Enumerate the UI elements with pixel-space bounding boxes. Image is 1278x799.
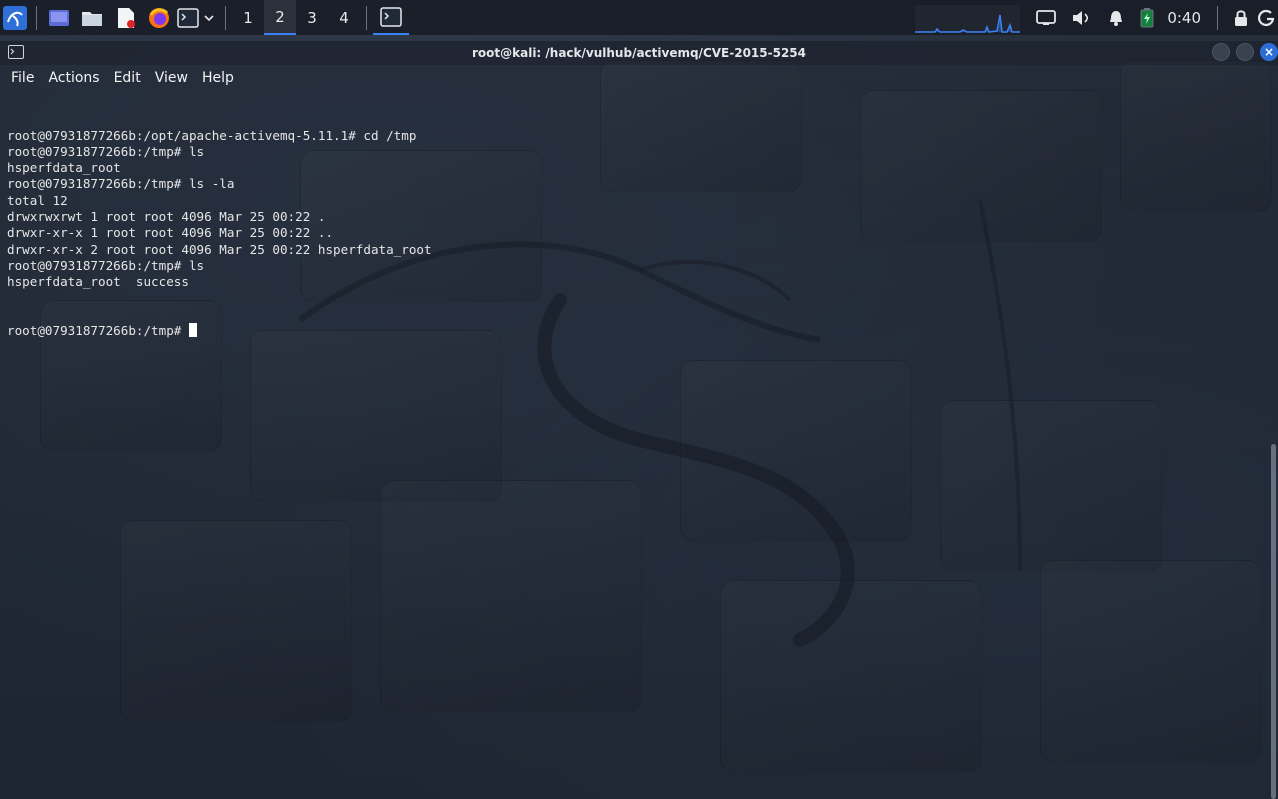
display-button[interactable] bbox=[1029, 0, 1063, 35]
terminal-launcher-dropdown[interactable] bbox=[201, 0, 217, 35]
terminal-line: hsperfdata_root success bbox=[7, 274, 189, 290]
text-cursor bbox=[188, 323, 197, 338]
lock-icon bbox=[1235, 9, 1247, 26]
terminal-line: root@07931877266b:/opt/apache-activemq-5… bbox=[7, 127, 417, 143]
clock[interactable]: 0:40 bbox=[1167, 9, 1201, 27]
battery-button[interactable] bbox=[1133, 0, 1161, 35]
menu-help[interactable]: Help bbox=[195, 70, 241, 86]
bell-icon bbox=[1110, 10, 1123, 26]
terminal-prompt: root@07931877266b:/tmp# bbox=[7, 323, 189, 339]
system-tray: 0:40 bbox=[1029, 0, 1278, 35]
show-desktop-button[interactable] bbox=[43, 0, 75, 35]
panel-separator bbox=[1217, 5, 1218, 30]
maximize-button[interactable] bbox=[1236, 43, 1254, 61]
menu-view[interactable]: View bbox=[148, 70, 195, 86]
terminal-output[interactable]: root@07931877266b:/opt/apache-activemq-5… bbox=[0, 91, 1278, 376]
workspace-4[interactable]: 4 bbox=[328, 0, 360, 35]
minimize-button[interactable] bbox=[1212, 43, 1230, 61]
panel-separator bbox=[366, 5, 367, 30]
kali-menu-button[interactable] bbox=[0, 0, 30, 35]
terminal-icon bbox=[177, 7, 199, 28]
vertical-scrollbar[interactable] bbox=[1271, 444, 1276, 799]
taskbar-terminal-window[interactable] bbox=[373, 0, 409, 35]
workspace-2[interactable]: 2 bbox=[264, 0, 296, 35]
terminal-launcher[interactable] bbox=[175, 0, 201, 35]
close-icon: × bbox=[1263, 45, 1275, 59]
battery-charging-icon bbox=[1140, 7, 1154, 27]
lock-screen-button[interactable] bbox=[1224, 0, 1258, 35]
terminal-line: root@07931877266b:/tmp# ls -la bbox=[7, 176, 235, 192]
network-monitor-graph bbox=[915, 14, 1020, 33]
desktop-icon bbox=[49, 9, 69, 26]
logout-button[interactable] bbox=[1258, 0, 1278, 35]
terminal-line: drwxrwxrwt 1 root root 4096 Mar 25 00:22… bbox=[7, 209, 326, 225]
window-title: root@kali: /hack/vulhub/activemq/CVE-201… bbox=[471, 46, 806, 60]
menu-bar: File Actions Edit View Help bbox=[0, 65, 1278, 91]
terminal-prompt-line: root@07931877266b:/tmp# bbox=[7, 323, 1271, 339]
workspace-3[interactable]: 3 bbox=[296, 0, 328, 35]
terminal-line: total 12 bbox=[7, 192, 68, 208]
terminal-icon bbox=[380, 6, 402, 27]
terminal-line: root@07931877266b:/tmp# ls bbox=[7, 257, 205, 273]
power-icon bbox=[1258, 9, 1275, 26]
terminal-line: drwxr-xr-x 1 root root 4096 Mar 25 00:22… bbox=[7, 225, 334, 241]
workspace-switcher: 1234 bbox=[232, 0, 360, 35]
window-titlebar[interactable]: root@kali: /hack/vulhub/activemq/CVE-201… bbox=[0, 41, 1278, 65]
menu-edit[interactable]: Edit bbox=[107, 70, 148, 86]
panel-separator bbox=[36, 5, 37, 30]
terminal-line: root@07931877266b:/tmp# ls bbox=[7, 143, 205, 159]
workspace-1[interactable]: 1 bbox=[232, 0, 264, 35]
terminal-window: root@kali: /hack/vulhub/activemq/CVE-201… bbox=[0, 41, 1278, 799]
firefox-icon bbox=[149, 7, 169, 28]
close-button[interactable]: × bbox=[1260, 43, 1278, 61]
kali-logo-icon bbox=[3, 5, 27, 30]
file-manager-launcher[interactable] bbox=[75, 0, 109, 35]
panel-separator bbox=[225, 5, 226, 30]
folder-icon bbox=[82, 11, 102, 26]
desktop: 1234 0:40 root@kali: /hack/vulhub/active… bbox=[0, 0, 1278, 799]
terminal-line: drwxr-xr-x 2 root root 4096 Mar 25 00:22… bbox=[7, 241, 432, 257]
notifications-button[interactable] bbox=[1099, 0, 1133, 35]
firefox-launcher[interactable] bbox=[143, 0, 175, 35]
chevron-down-icon bbox=[204, 14, 214, 21]
monitor-icon bbox=[1036, 9, 1057, 25]
text-editor-icon bbox=[118, 7, 135, 28]
volume-icon bbox=[1073, 10, 1089, 25]
text-editor-launcher[interactable] bbox=[109, 0, 143, 35]
terminal-lines: root@07931877266b:/opt/apache-activemq-5… bbox=[7, 128, 1271, 291]
terminal-icon bbox=[8, 45, 24, 59]
menu-file[interactable]: File bbox=[4, 70, 41, 86]
volume-button[interactable] bbox=[1063, 0, 1099, 35]
window-controls: × bbox=[1212, 43, 1278, 61]
top-panel: 1234 0:40 bbox=[0, 0, 1278, 35]
menu-actions[interactable]: Actions bbox=[41, 70, 106, 86]
terminal-line: hsperfdata_root bbox=[7, 160, 121, 176]
